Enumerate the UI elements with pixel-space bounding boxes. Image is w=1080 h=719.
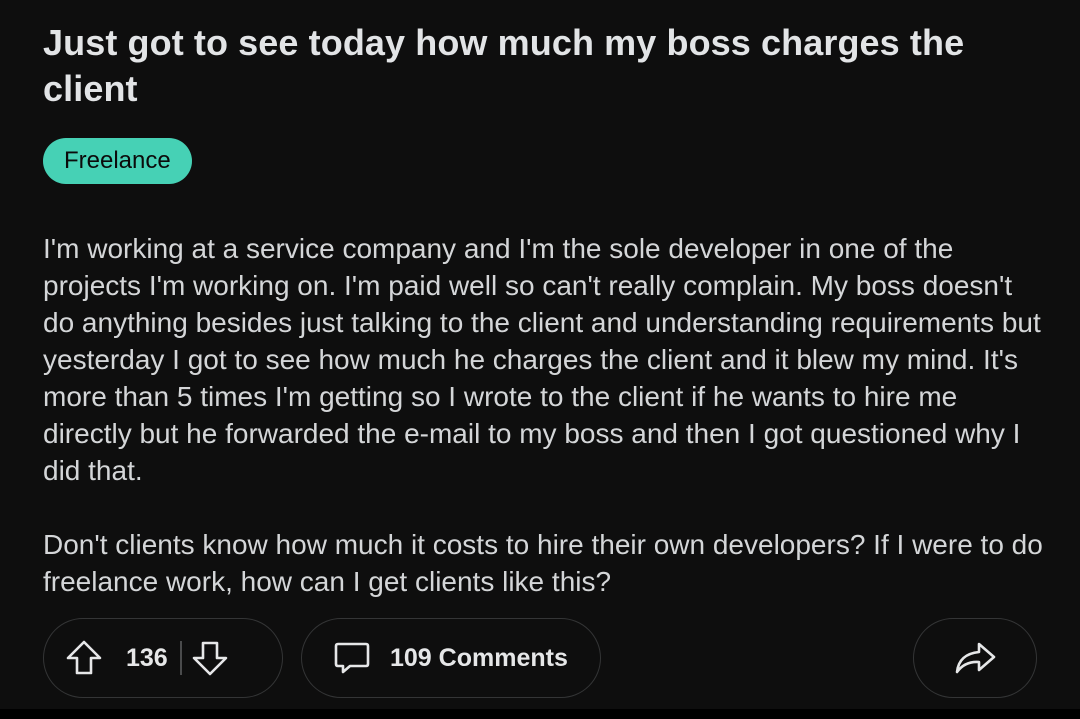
post-paragraph: I'm working at a service company and I'm…	[43, 233, 1041, 486]
action-bar: 136 109 Comments	[43, 618, 1037, 700]
downvote-button[interactable]	[190, 638, 230, 678]
bottom-edge	[0, 709, 1080, 719]
post-paragraph: Don't clients know how much it costs to …	[43, 529, 1043, 597]
chat-bubble-icon	[332, 638, 372, 678]
post-body: I'm working at a service company and I'm…	[43, 230, 1043, 600]
post-title[interactable]: Just got to see today how much my boss c…	[43, 20, 1036, 112]
flair-badge[interactable]: Freelance	[43, 138, 192, 184]
comments-count-label: 109 Comments	[390, 643, 568, 672]
comments-button[interactable]: 109 Comments	[301, 618, 601, 698]
vote-control: 136	[43, 618, 283, 698]
arrow-up-icon	[66, 640, 102, 675]
vote-count: 136	[126, 643, 168, 672]
post-container: Just got to see today how much my boss c…	[0, 0, 1080, 719]
share-button[interactable]	[913, 618, 1037, 698]
upvote-button[interactable]	[64, 638, 104, 678]
arrow-down-icon	[192, 641, 228, 676]
share-arrow-icon	[952, 638, 998, 678]
vote-divider	[180, 641, 182, 675]
